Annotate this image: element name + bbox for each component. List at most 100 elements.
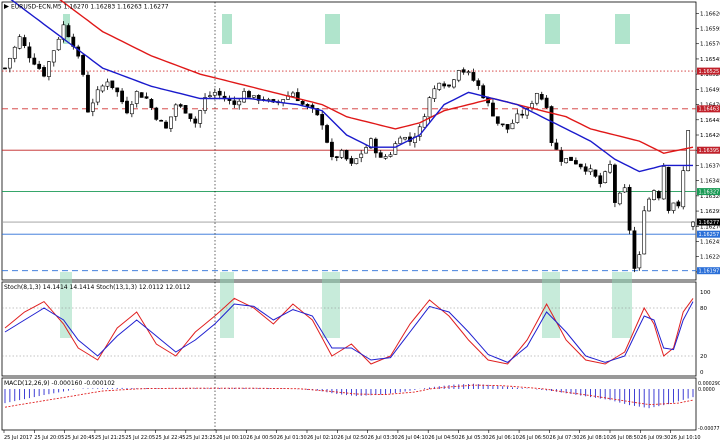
candle-body[interactable] xyxy=(495,116,500,124)
candle-body[interactable] xyxy=(344,149,349,160)
candle-body[interactable] xyxy=(193,118,198,124)
candle-body[interactable] xyxy=(242,91,246,103)
candle-body[interactable] xyxy=(178,104,183,107)
candle-body[interactable] xyxy=(90,102,95,112)
candle-body[interactable] xyxy=(539,94,544,100)
candle-body[interactable] xyxy=(164,121,168,129)
candle-body[interactable] xyxy=(349,158,354,164)
candle-body[interactable] xyxy=(544,97,549,108)
candle-body[interactable] xyxy=(456,70,461,81)
candle-body[interactable] xyxy=(632,230,637,269)
candle-body[interactable] xyxy=(569,156,573,161)
candle-body[interactable] xyxy=(388,154,393,157)
candle-body[interactable] xyxy=(691,221,695,227)
candle-body[interactable] xyxy=(7,57,12,69)
candle-body[interactable] xyxy=(661,166,666,200)
candle-body[interactable] xyxy=(237,100,242,106)
candle-body[interactable] xyxy=(656,191,661,199)
candle-body[interactable] xyxy=(461,69,466,73)
candle-body[interactable] xyxy=(647,198,651,212)
candle-body[interactable] xyxy=(573,160,578,165)
candle-body[interactable] xyxy=(144,96,149,99)
stoch-panel[interactable] xyxy=(1,281,697,377)
candle-body[interactable] xyxy=(549,106,554,143)
candle-body[interactable] xyxy=(364,147,368,154)
candle-body[interactable] xyxy=(232,100,237,105)
candle-body[interactable] xyxy=(290,92,295,97)
candle-body[interactable] xyxy=(491,102,495,117)
candle-body[interactable] xyxy=(373,138,378,154)
candle-body[interactable] xyxy=(134,91,139,104)
candle-body[interactable] xyxy=(476,80,481,86)
candle-body[interactable] xyxy=(188,113,193,119)
candle-body[interactable] xyxy=(359,153,364,158)
candle-body[interactable] xyxy=(471,72,476,81)
candle-body[interactable] xyxy=(578,163,583,168)
candle-body[interactable] xyxy=(125,100,129,114)
candle-body[interactable] xyxy=(442,83,447,87)
candle-body[interactable] xyxy=(56,38,61,51)
candle-body[interactable] xyxy=(217,90,222,96)
candle-body[interactable] xyxy=(42,67,46,77)
candle-body[interactable] xyxy=(554,142,559,150)
candle-body[interactable] xyxy=(505,124,510,130)
candle-body[interactable] xyxy=(12,46,17,59)
candle-body[interactable] xyxy=(325,125,329,143)
candle-body[interactable] xyxy=(120,90,125,103)
candle-body[interactable] xyxy=(447,84,451,87)
candle-body[interactable] xyxy=(22,37,27,47)
candle-body[interactable] xyxy=(500,123,505,126)
candle-body[interactable] xyxy=(378,152,383,158)
candle-body[interactable] xyxy=(66,25,71,38)
candle-body[interactable] xyxy=(437,82,442,90)
candle-body[interactable] xyxy=(154,107,159,120)
candle-body[interactable] xyxy=(564,158,569,164)
candle-body[interactable] xyxy=(305,104,310,107)
candle-body[interactable] xyxy=(432,88,437,99)
candle-body[interactable] xyxy=(173,104,178,117)
candle-body[interactable] xyxy=(520,113,525,116)
candle-body[interactable] xyxy=(593,169,598,177)
candle-body[interactable] xyxy=(251,95,256,98)
candle-body[interactable] xyxy=(613,164,617,203)
candle-body[interactable] xyxy=(588,168,593,173)
candle-body[interactable] xyxy=(627,186,632,231)
candle-body[interactable] xyxy=(86,74,90,113)
candle-body[interactable] xyxy=(393,143,398,155)
candle-body[interactable] xyxy=(559,150,564,162)
candle-body[interactable] xyxy=(37,63,42,69)
candle-body[interactable] xyxy=(334,156,339,158)
candle-body[interactable] xyxy=(81,55,85,75)
candle-body[interactable] xyxy=(212,92,217,96)
candle-body[interactable] xyxy=(17,36,22,49)
candle-body[interactable] xyxy=(115,87,120,93)
candle-body[interactable] xyxy=(159,119,164,122)
candle-body[interactable] xyxy=(51,50,56,63)
candle-body[interactable] xyxy=(330,141,334,158)
candle-body[interactable] xyxy=(671,202,676,211)
candle-body[interactable] xyxy=(247,91,251,98)
candle-body[interactable] xyxy=(95,89,100,103)
candle-body[interactable] xyxy=(110,80,115,89)
candle-body[interactable] xyxy=(149,99,154,108)
trading-chart[interactable]: 1.166201.165951.165701.165451.165201.164… xyxy=(0,0,720,442)
candle-body[interactable] xyxy=(422,116,427,128)
candle-body[interactable] xyxy=(427,97,432,118)
candle-body[interactable] xyxy=(466,71,471,74)
candle-body[interactable] xyxy=(300,100,305,105)
candle-body[interactable] xyxy=(642,210,647,255)
candle-body[interactable] xyxy=(676,201,681,207)
candle-body[interactable] xyxy=(398,137,403,144)
candle-body[interactable] xyxy=(354,158,359,165)
candle-body[interactable] xyxy=(534,93,539,104)
candle-body[interactable] xyxy=(3,67,7,70)
candle-body[interactable] xyxy=(510,122,515,130)
candle-body[interactable] xyxy=(339,150,344,158)
candle-body[interactable] xyxy=(452,79,456,88)
candle-body[interactable] xyxy=(681,170,686,208)
candle-body[interactable] xyxy=(295,92,300,102)
candle-body[interactable] xyxy=(27,46,32,59)
candle-body[interactable] xyxy=(227,98,232,101)
candle-body[interactable] xyxy=(530,103,534,109)
candle-body[interactable] xyxy=(105,81,110,87)
